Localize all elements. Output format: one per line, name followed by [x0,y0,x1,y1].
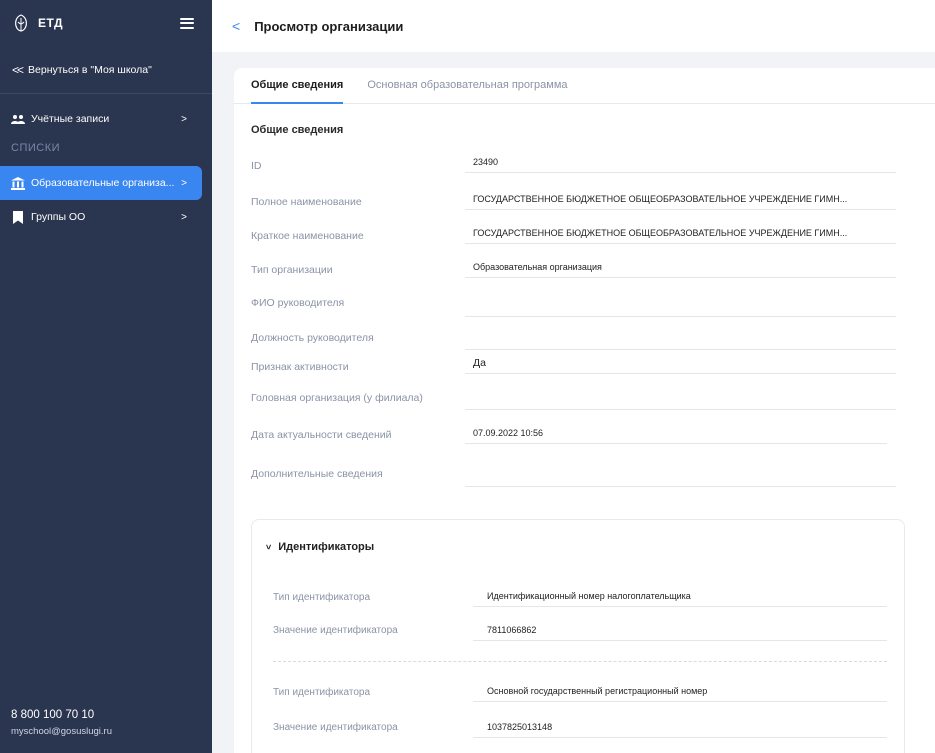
sidebar-item-org-groups[interactable]: Группы ОО > [0,200,212,234]
logo[interactable]: ЕТД [12,13,63,33]
back-to-school-label: Вернуться в "Моя школа" [28,63,152,76]
field-label: Тип идентификатора [273,687,371,698]
field-label: Тип идентификатора [273,592,371,603]
tabs: Общие сведения Основная образовательная … [234,68,935,104]
sidebar-item-label: Группы ОО [31,211,86,223]
identifiers-title: Идентификаторы [278,541,375,553]
field-value: ГОСУДАРСТВЕННОЕ БЮДЖЕТНОЕ ОБЩЕОБРАЗОВАТЕ… [465,222,896,244]
field-value: Идентификационный номер налогоплательщик… [473,585,887,607]
field-label: Значение идентификатора [273,625,398,636]
field-value: 23490 [465,151,896,173]
sidebar-item-organizations[interactable]: Образовательные организа... > [0,166,202,200]
field-label: Дата актуальности сведений [251,429,392,441]
support-phone[interactable]: 8 800 100 70 10 [11,709,112,721]
section-title: Общие сведения [251,124,344,136]
menu-icon[interactable] [180,17,194,29]
field-value: 1037825013148 [473,716,887,738]
chevron-down-icon: > [263,544,274,550]
page-title: Просмотр организации [254,18,404,34]
sidebar: ЕТД << Вернуться в "Моя школа" Учётные з… [0,0,212,753]
chevron-left-icon[interactable]: < [232,18,240,34]
field-label: Головная организация (у филиала) [251,392,423,404]
chevron-right-icon: > [181,113,187,125]
chevron-right-icon: > [181,177,187,189]
field-label: Должность руководителя [251,332,374,344]
users-icon [11,112,25,126]
bookmark-icon [11,210,25,224]
identifiers-panel: > Идентификаторы Тип идентификатора Иден… [251,519,905,753]
field-value: Да [465,352,896,374]
support-email[interactable]: myschool@gosuslugi.ru [11,726,112,737]
logo-text: ЕТД [38,16,64,30]
sidebar-section-lists: СПИСКИ [11,142,61,154]
field-label: ФИО руководителя [251,297,345,309]
field-label: Дополнительные сведения [251,468,383,480]
field-label: Значение идентификатора [273,722,398,733]
page-header: < Просмотр организации [212,0,935,52]
field-value: ГОСУДАРСТВЕННОЕ БЮДЖЕТНОЕ ОБЩЕОБРАЗОВАТЕ… [465,188,896,210]
field-label: Тип организации [251,264,333,276]
sidebar-item-label: Образовательные организа... [31,177,175,189]
chevron-right-icon: > [181,211,187,223]
sidebar-footer: 8 800 100 70 10 myschool@gosuslugi.ru [11,709,112,737]
field-value: Образовательная организация [465,256,896,278]
double-chevron-left-icon: << [12,62,24,77]
sidebar-item-label: Учётные записи [31,113,110,125]
field-value [465,328,896,350]
organization-card: Общие сведения Основная образовательная … [234,68,935,753]
field-value: 07.09.2022 10:56 [465,422,887,444]
field-value: 7811066862 [473,619,887,641]
institution-icon [11,176,25,190]
divider [273,661,887,662]
field-value [465,388,896,410]
sidebar-item-accounts[interactable]: Учётные записи > [0,102,212,136]
field-label: Полное наименование [251,196,362,208]
tab-education-program[interactable]: Основная образовательная программа [367,68,567,103]
identifiers-toggle[interactable]: > Идентификаторы [263,541,375,553]
back-to-school-link[interactable]: << Вернуться в "Моя школа" [0,46,212,94]
tab-general[interactable]: Общие сведения [251,68,344,104]
field-value [465,295,896,317]
field-value: Основной государственный регистрационный… [473,680,887,702]
field-label: Признак активности [251,361,349,373]
field-label: ID [251,160,262,172]
sidebar-top: ЕТД [0,0,212,46]
field-value [465,465,896,487]
logo-icon [15,14,27,32]
field-label: Краткое наименование [251,230,364,242]
